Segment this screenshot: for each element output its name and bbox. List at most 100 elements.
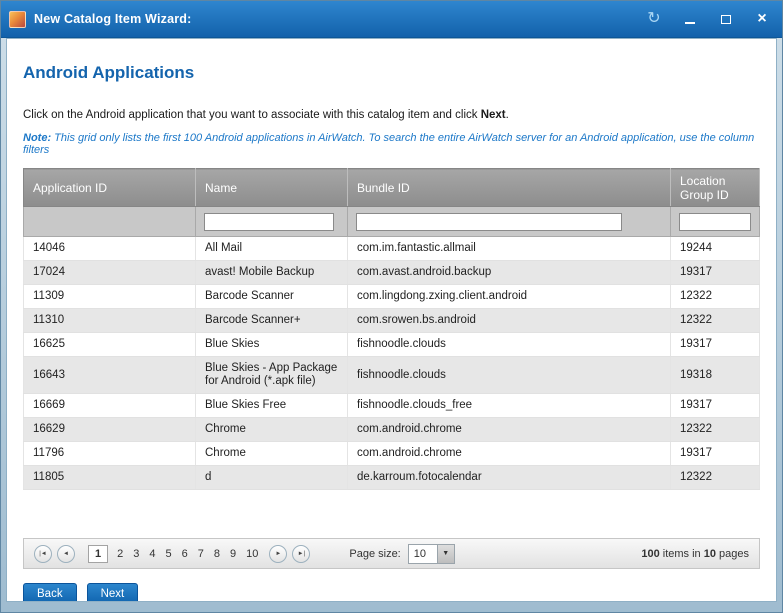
pager-page-2[interactable]: 2 [117, 548, 123, 560]
pager-page-1[interactable]: 1 [88, 545, 108, 563]
cell-name: Blue Skies - App Package for Android (*.… [196, 357, 348, 394]
note-text: Note: This grid only lists the first 100… [23, 132, 760, 156]
page-title: Android Applications [23, 63, 760, 83]
pager-page-7[interactable]: 7 [198, 548, 204, 560]
pager-page-5[interactable]: 5 [166, 548, 172, 560]
cell-bundle-id: fishnoodle.clouds [348, 333, 671, 357]
window-title: New Catalog Item Wizard: [34, 12, 192, 26]
cell-name: All Mail [196, 237, 348, 261]
app-icon [9, 11, 26, 28]
pager-last-button[interactable]: ►| [292, 545, 310, 563]
cell-application-id: 16629 [24, 418, 196, 442]
maximize-icon[interactable] [718, 11, 734, 27]
page-size-control: Page size: 10 ▼ [349, 544, 454, 564]
cell-application-id: 17024 [24, 261, 196, 285]
table-row[interactable]: 11310Barcode Scanner+com.srowen.bs.andro… [24, 309, 760, 333]
cell-name: Blue Skies [196, 333, 348, 357]
pager-next-button[interactable]: ► [269, 545, 287, 563]
wizard-window: New Catalog Item Wizard: ↻ × Android App… [0, 0, 783, 613]
pager-page-6[interactable]: 6 [182, 548, 188, 560]
cell-bundle-id: com.srowen.bs.android [348, 309, 671, 333]
window-controls: ↻ × [646, 11, 770, 27]
table-row[interactable]: 16625Blue Skiesfishnoodle.clouds19317 [24, 333, 760, 357]
table-row[interactable]: 11309Barcode Scannercom.lingdong.zxing.c… [24, 285, 760, 309]
minimize-icon[interactable] [682, 11, 698, 27]
cell-location-group-id: 19317 [671, 261, 760, 285]
pager-page-10[interactable]: 10 [246, 548, 258, 560]
page-size-value: 10 [408, 544, 438, 564]
cell-bundle-id: com.im.fantastic.allmail [348, 237, 671, 261]
close-icon[interactable]: × [754, 11, 770, 27]
column-header-name[interactable]: Name [196, 169, 348, 207]
table-row[interactable]: 14046All Mailcom.im.fantastic.allmail192… [24, 237, 760, 261]
cell-location-group-id: 12322 [671, 466, 760, 490]
cell-bundle-id: fishnoodle.clouds [348, 357, 671, 394]
instruction-text: Click on the Android application that yo… [23, 109, 760, 121]
filter-cell-name [196, 207, 348, 237]
cell-application-id: 11796 [24, 442, 196, 466]
table-row[interactable]: 16643Blue Skies - App Package for Androi… [24, 357, 760, 394]
cell-name: avast! Mobile Backup [196, 261, 348, 285]
pager-summary: 100 items in 10 pages [641, 548, 749, 560]
cell-application-id: 11805 [24, 466, 196, 490]
cell-location-group-id: 12322 [671, 285, 760, 309]
cell-name: d [196, 466, 348, 490]
pager-pages: 123456789 10 [84, 545, 263, 563]
cell-application-id: 16643 [24, 357, 196, 394]
cell-bundle-id: com.lingdong.zxing.client.android [348, 285, 671, 309]
cell-application-id: 11309 [24, 285, 196, 309]
pager-page-9[interactable]: 9 [230, 548, 236, 560]
dropdown-arrow-icon[interactable]: ▼ [438, 544, 455, 564]
titlebar: New Catalog Item Wizard: ↻ × [1, 1, 782, 38]
grid-filter-row [24, 207, 760, 237]
grid-body: 14046All Mailcom.im.fantastic.allmail192… [24, 237, 760, 490]
cell-location-group-id: 19317 [671, 394, 760, 418]
table-row[interactable]: 16629Chromecom.android.chrome12322 [24, 418, 760, 442]
table-row[interactable]: 11805dde.karroum.fotocalendar12322 [24, 466, 760, 490]
column-header-application-id[interactable]: Application ID [24, 169, 196, 207]
cell-name: Blue Skies Free [196, 394, 348, 418]
cell-name: Barcode Scanner+ [196, 309, 348, 333]
pager: |◄ ◄ 123456789 10 ► ►| Page size: 10 ▼ 10… [23, 538, 760, 569]
cell-location-group-id: 19318 [671, 357, 760, 394]
cell-location-group-id: 19244 [671, 237, 760, 261]
cell-location-group-id: 12322 [671, 309, 760, 333]
refresh-icon[interactable]: ↻ [646, 11, 662, 27]
cell-bundle-id: com.avast.android.backup [348, 261, 671, 285]
note-label: Note: [23, 132, 51, 144]
back-button[interactable]: Back [23, 583, 77, 602]
column-header-location-group-id[interactable]: Location Group ID [671, 169, 760, 207]
cell-name: Barcode Scanner [196, 285, 348, 309]
cell-bundle-id: com.android.chrome [348, 418, 671, 442]
table-row[interactable]: 11796Chromecom.android.chrome19317 [24, 442, 760, 466]
next-button[interactable]: Next [87, 583, 139, 602]
location-group-id-filter-input[interactable] [679, 213, 751, 231]
filter-cell-bundle-id [348, 207, 671, 237]
footer-buttons: Back Next [23, 583, 760, 602]
filter-cell-location-group-id [671, 207, 760, 237]
table-row[interactable]: 17024avast! Mobile Backupcom.avast.andro… [24, 261, 760, 285]
column-header-bundle-id[interactable]: Bundle ID [348, 169, 671, 207]
wizard-content: Android Applications Click on the Androi… [6, 38, 777, 602]
pager-page-3[interactable]: 3 [133, 548, 139, 560]
pager-page-8[interactable]: 8 [214, 548, 220, 560]
applications-grid: Application ID Name Bundle ID Location G… [23, 168, 760, 490]
cell-application-id: 16669 [24, 394, 196, 418]
cell-application-id: 11310 [24, 309, 196, 333]
pager-prev-button[interactable]: ◄ [57, 545, 75, 563]
cell-name: Chrome [196, 418, 348, 442]
page-size-label: Page size: [349, 548, 400, 560]
cell-bundle-id: com.android.chrome [348, 442, 671, 466]
name-filter-input[interactable] [204, 213, 334, 231]
pager-first-button[interactable]: |◄ [34, 545, 52, 563]
table-row[interactable]: 16669Blue Skies Freefishnoodle.clouds_fr… [24, 394, 760, 418]
grid-header-row: Application ID Name Bundle ID Location G… [24, 169, 760, 207]
cell-application-id: 16625 [24, 333, 196, 357]
filter-cell-application-id [24, 207, 196, 237]
pager-page-4[interactable]: 4 [149, 548, 155, 560]
cell-application-id: 14046 [24, 237, 196, 261]
cell-name: Chrome [196, 442, 348, 466]
cell-location-group-id: 19317 [671, 333, 760, 357]
bundle-id-filter-input[interactable] [356, 213, 622, 231]
page-size-dropdown[interactable]: 10 ▼ [408, 544, 455, 564]
